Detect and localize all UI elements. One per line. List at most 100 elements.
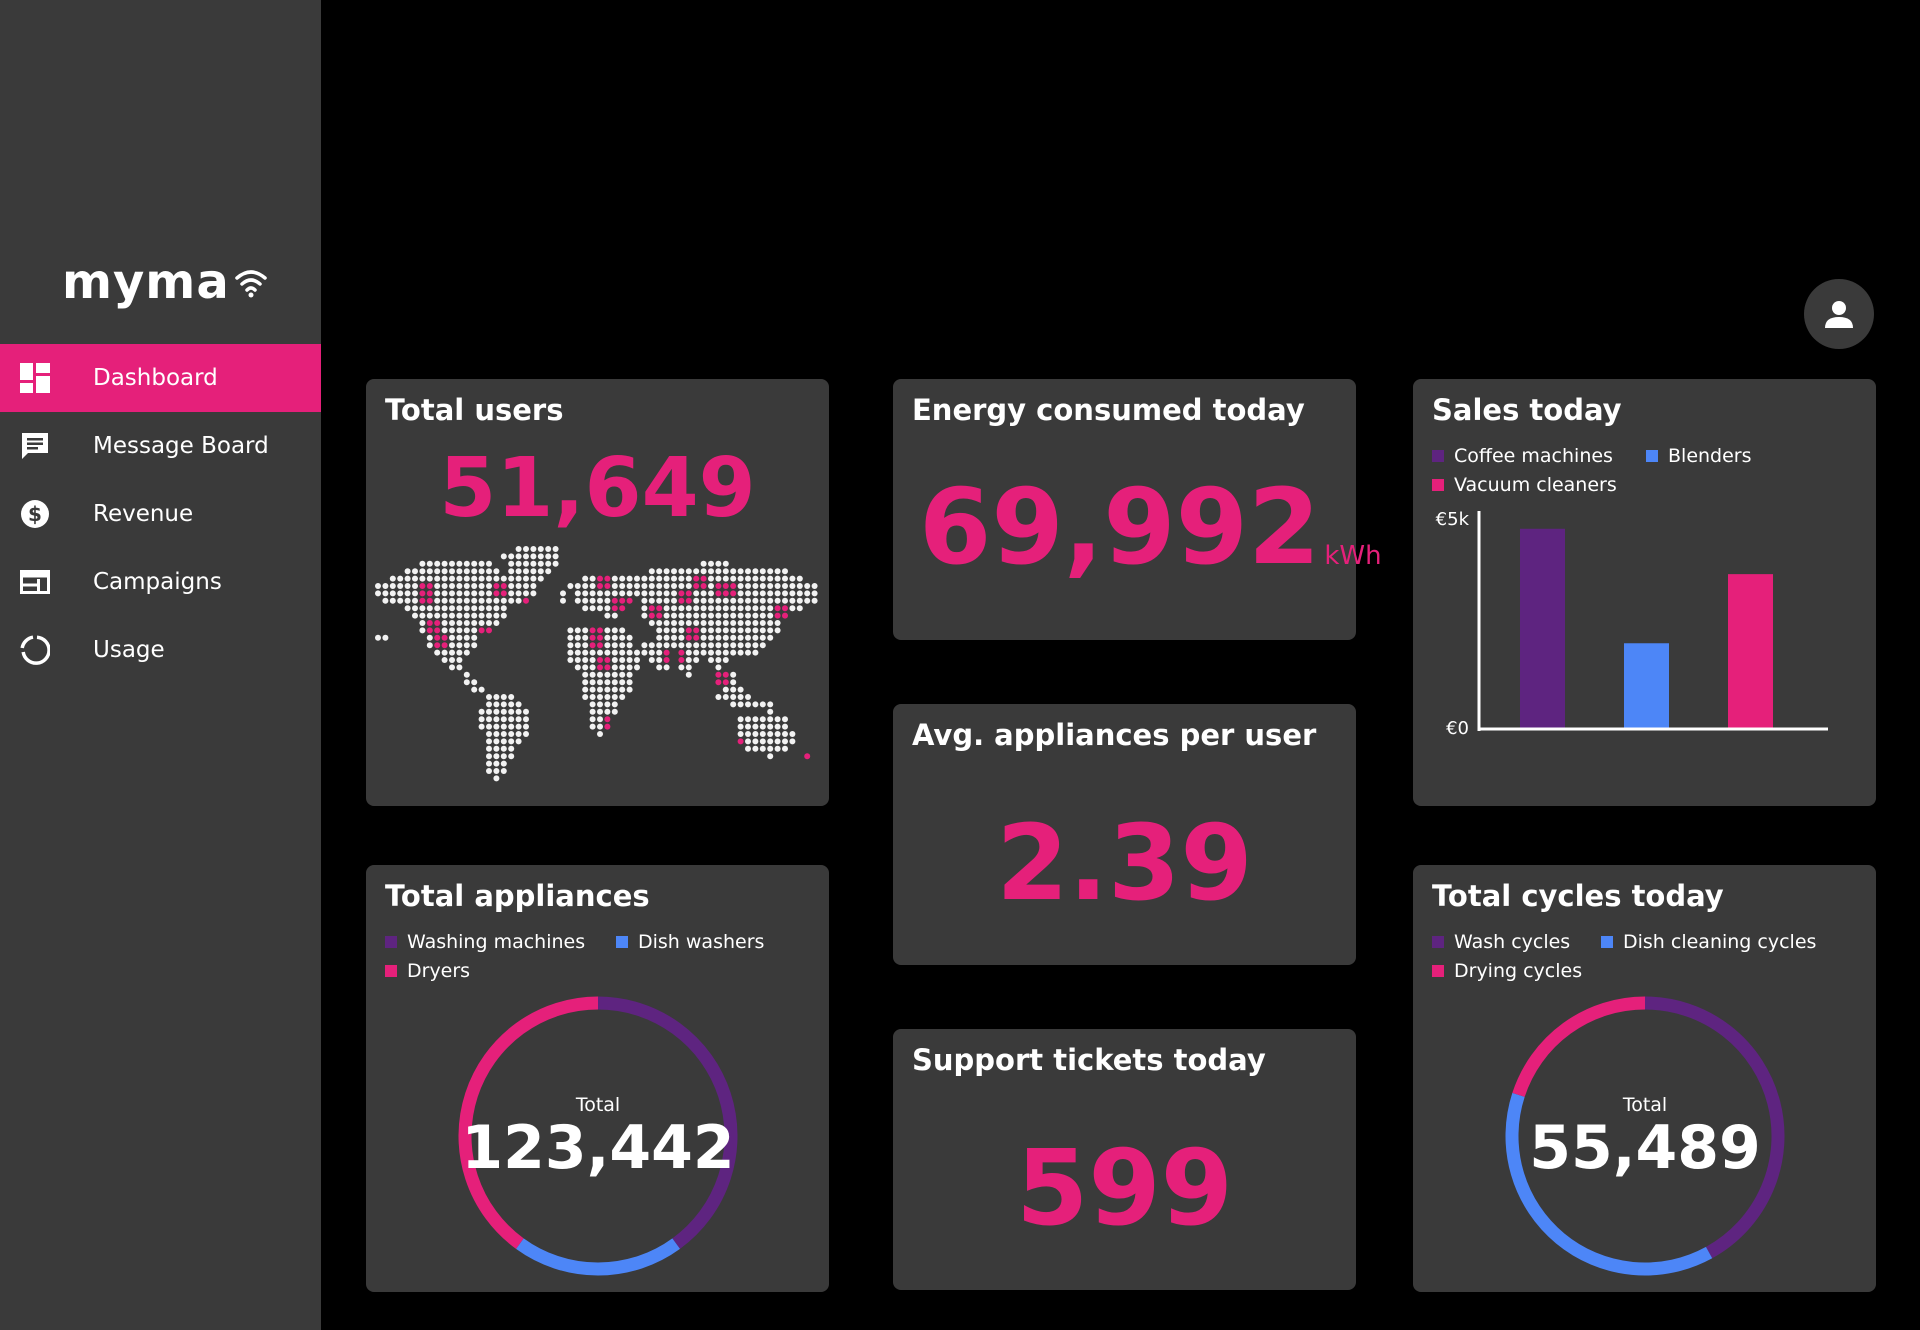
map-dot <box>626 634 633 641</box>
map-dot <box>456 642 463 649</box>
map-dot <box>515 723 522 730</box>
map-dot <box>478 568 485 575</box>
legend-item: Coffee machines <box>1432 445 1613 467</box>
map-dot <box>693 612 700 619</box>
map-dot <box>552 560 559 567</box>
app-logo[interactable]: myma <box>62 258 268 306</box>
map-dot <box>486 708 492 715</box>
user-avatar-button[interactable] <box>1804 279 1874 349</box>
map-dot <box>730 627 737 634</box>
map-dot <box>412 583 418 589</box>
map-dot <box>500 553 507 560</box>
map-dot <box>604 605 611 612</box>
map-dot <box>693 568 700 575</box>
map-dot <box>515 708 522 715</box>
map-dot <box>493 745 500 752</box>
map-dot <box>745 590 751 597</box>
map-dot <box>752 716 759 723</box>
sidebar-item-revenue[interactable]: $ Revenue <box>0 480 321 548</box>
map-dot <box>752 723 759 730</box>
map-dot <box>759 723 766 730</box>
map-dot <box>456 634 463 641</box>
sidebar-item-dashboard[interactable]: Dashboard <box>0 344 321 412</box>
map-dot <box>641 605 648 612</box>
map-dot <box>523 716 529 723</box>
map-dot <box>589 590 596 597</box>
sidebar-item-label: Message Board <box>93 433 269 459</box>
map-dot <box>604 583 611 589</box>
map-dot <box>648 597 655 604</box>
map-dot <box>456 649 463 656</box>
map-dot <box>752 642 759 649</box>
map-dot <box>708 634 714 641</box>
map-dot <box>700 605 707 612</box>
map-dot <box>449 642 455 649</box>
map-dot <box>730 568 737 575</box>
map-dot <box>597 583 603 589</box>
map-dot <box>685 597 692 604</box>
map-dot <box>619 634 626 641</box>
sidebar-item-campaigns[interactable]: Campaigns <box>0 548 321 616</box>
map-dot <box>745 575 751 582</box>
map-dot <box>486 612 492 619</box>
map-dot <box>663 627 670 634</box>
map-dot <box>434 642 441 649</box>
map-dot <box>545 568 552 575</box>
map-dot <box>463 634 470 641</box>
map-dot <box>715 620 722 626</box>
map-dot <box>752 649 759 656</box>
map-dot <box>745 568 751 575</box>
map-dot <box>774 605 781 612</box>
y-tick-label: €5k <box>1436 509 1470 530</box>
sidebar-item-label: Dashboard <box>93 365 218 391</box>
map-dot <box>493 597 500 604</box>
map-dot <box>730 612 737 619</box>
map-dot <box>767 575 774 582</box>
map-dot <box>752 605 759 612</box>
map-dot <box>722 642 729 649</box>
map-dot <box>500 605 507 612</box>
map-dot <box>804 583 811 589</box>
map-dot <box>597 664 603 671</box>
map-dot <box>419 620 426 626</box>
map-dot <box>730 575 737 582</box>
map-dot <box>782 731 788 737</box>
map-dot <box>737 701 744 708</box>
card-title: Total users <box>385 393 564 427</box>
map-dot <box>759 575 766 582</box>
map-dot <box>774 612 781 619</box>
map-dot <box>796 597 803 604</box>
map-dot <box>619 642 626 649</box>
sidebar-item-label: Campaigns <box>93 569 222 595</box>
world-map <box>375 546 818 782</box>
map-dot <box>478 583 485 589</box>
map-dot <box>486 597 492 604</box>
map-dot <box>567 657 574 663</box>
map-dot <box>441 627 448 634</box>
map-dot <box>567 627 574 634</box>
map-dot <box>604 575 611 582</box>
map-dot <box>574 657 581 663</box>
map-dot <box>774 568 781 575</box>
map-dot <box>715 597 722 604</box>
map-dot <box>708 590 714 597</box>
map-dot <box>685 642 692 649</box>
legend-label: Vacuum cleaners <box>1454 474 1617 496</box>
map-dot <box>597 657 603 663</box>
map-dot <box>537 575 544 582</box>
sidebar-item-usage[interactable]: Usage <box>0 616 321 684</box>
sidebar-item-message-board[interactable]: Message Board <box>0 412 321 480</box>
map-dot <box>626 686 633 693</box>
map-dot <box>463 560 470 567</box>
map-dot <box>678 605 685 612</box>
map-dot <box>582 694 589 700</box>
map-dot <box>634 590 640 597</box>
map-dot <box>486 620 492 626</box>
map-dot <box>486 701 492 708</box>
map-dot <box>634 664 640 671</box>
map-dot <box>486 627 492 634</box>
map-dot <box>567 583 574 589</box>
map-dot <box>397 575 404 582</box>
map-dot <box>574 634 581 641</box>
map-dot <box>441 642 448 649</box>
